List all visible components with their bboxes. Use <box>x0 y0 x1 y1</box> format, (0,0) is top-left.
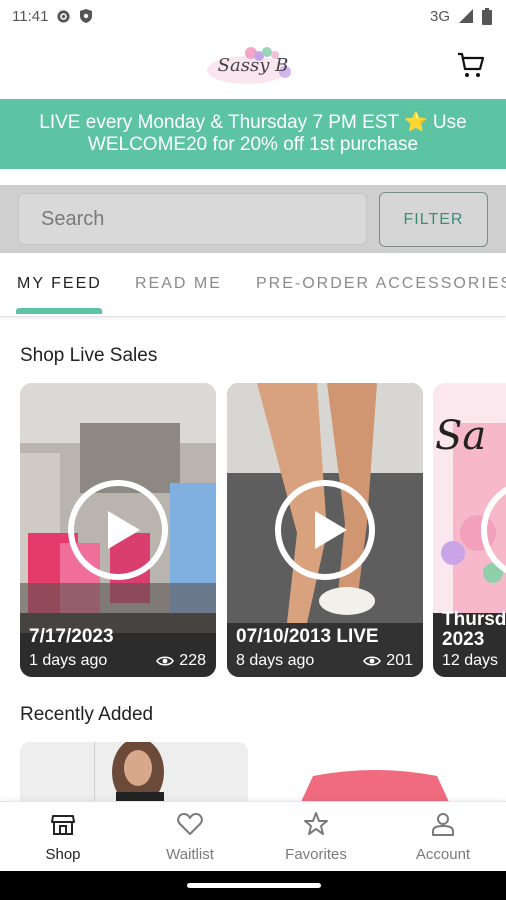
card-ago: 8 days ago <box>236 652 315 669</box>
nav-favorites[interactable]: Favorites <box>261 810 371 863</box>
card-views: 201 <box>363 652 413 670</box>
nav-waitlist-label: Waitlist <box>166 846 214 863</box>
section-title-live: Shop Live Sales <box>20 345 158 366</box>
status-bar: 11:41 3G <box>0 0 506 32</box>
card-ago: 1 days ago <box>29 652 108 669</box>
search-input[interactable]: Search <box>18 193 367 245</box>
promo-banner[interactable]: LIVE every Monday & Thursday 7 PM EST ⭐ … <box>0 99 506 169</box>
shop-icon <box>51 815 75 835</box>
settings-gear-icon <box>57 9 71 23</box>
status-left: 11:41 <box>12 8 93 25</box>
card-views: 228 <box>156 652 206 670</box>
banner-line-2: WELCOME20 for 20% off 1st purchase <box>87 134 419 155</box>
live-sale-card[interactable]: 7/17/2023 1 days ago 228 <box>20 383 216 677</box>
views-count: 201 <box>386 652 413 669</box>
nav-waitlist[interactable]: Waitlist <box>135 810 245 863</box>
nav-account-label: Account <box>415 846 471 863</box>
shield-icon <box>80 9 93 23</box>
card-ago: 12 days <box>442 652 499 669</box>
tab-bar: MY FEED READ ME PRE-ORDER ACCESSORIES <box>0 253 506 317</box>
active-tab-indicator <box>16 308 102 314</box>
live-sale-card[interactable]: 07/10/2013 LIVE 8 days ago 201 <box>227 383 423 677</box>
bottom-navigation: Shop Waitlist Favorites Account <box>0 801 506 871</box>
product-card[interactable] <box>20 742 248 802</box>
product-card[interactable] <box>261 742 489 802</box>
brand-logo[interactable]: Sassy B <box>205 42 301 90</box>
eye-icon <box>363 656 382 666</box>
heart-icon <box>177 813 203 835</box>
star-icon <box>304 812 328 835</box>
section-title-recent: Recently Added <box>20 704 154 725</box>
app-header: Sassy B <box>0 32 506 99</box>
search-area: Search FILTER <box>0 185 506 253</box>
status-time: 11:41 <box>12 7 49 25</box>
account-icon <box>432 813 454 836</box>
play-button-icon[interactable] <box>275 480 375 580</box>
filter-button[interactable]: FILTER <box>379 192 488 247</box>
card-date: 7/17/2023 <box>29 626 114 647</box>
tab-read-me[interactable]: READ ME <box>135 275 222 293</box>
eye-icon <box>156 656 175 666</box>
home-gesture-handle[interactable] <box>187 883 321 888</box>
tab-pre-order-accessories[interactable]: PRE-ORDER ACCESSORIES <box>256 275 506 293</box>
card-date-line-2: 2023 <box>442 629 485 650</box>
nav-account[interactable]: Account <box>388 810 498 863</box>
play-button-icon[interactable] <box>68 480 168 580</box>
nav-favorites-label: Favorites <box>285 846 347 863</box>
banner-line-1: LIVE every Monday & Thursday 7 PM EST ⭐ … <box>39 112 467 133</box>
live-sale-card[interactable]: Sa Thursd 2023 12 days <box>433 383 506 677</box>
product-thumbnail <box>20 742 248 802</box>
battery-icon <box>482 7 492 25</box>
card-logo-text: Sa <box>435 413 487 459</box>
card-date: 07/10/2013 LIVE <box>236 626 379 647</box>
tab-my-feed[interactable]: MY FEED <box>17 275 102 293</box>
logo-text: Sassy B <box>217 55 289 76</box>
signal-icon <box>459 9 473 23</box>
network-type: 3G <box>429 7 450 25</box>
system-gesture-bar <box>0 871 506 900</box>
status-right: 3G <box>429 7 492 25</box>
nav-shop-label: Shop <box>45 846 81 863</box>
cart-icon[interactable] <box>456 50 486 80</box>
nav-shop[interactable]: Shop <box>8 810 118 863</box>
product-thumbnail <box>261 742 489 802</box>
views-count: 228 <box>179 652 206 669</box>
card-date: Thursd <box>442 609 506 630</box>
